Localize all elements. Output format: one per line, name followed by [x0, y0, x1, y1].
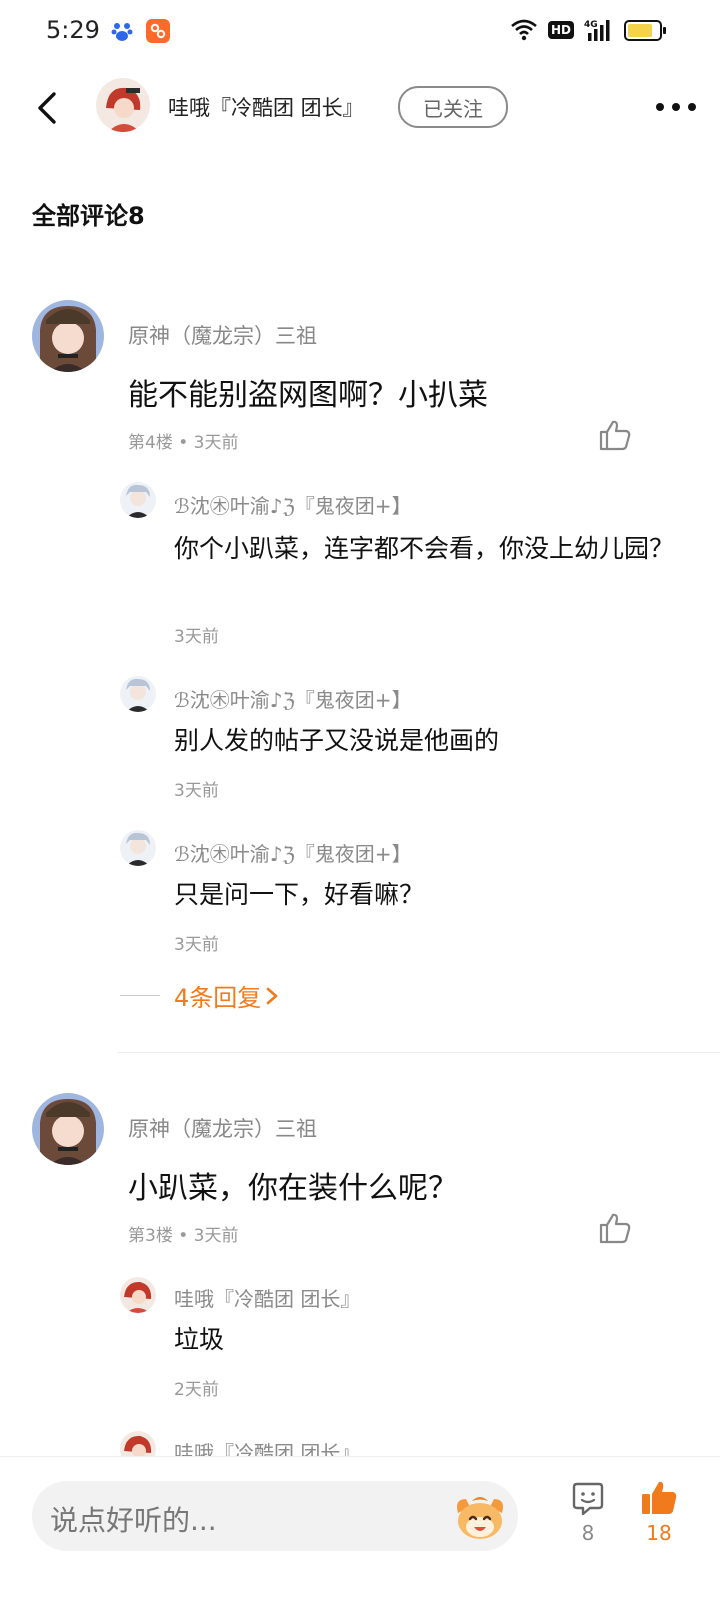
comment-meta: 第3楼 • 3天前	[128, 1226, 239, 1246]
reply-text: 你个小趴菜，连字都不会看，你没上幼儿园？	[174, 534, 675, 563]
more-options-icon[interactable]	[654, 92, 698, 122]
svg-text:4G: 4G	[584, 20, 598, 30]
reply-time: 2天前	[174, 1380, 219, 1400]
replier-avatar[interactable]	[120, 676, 156, 712]
thumbs-up-filled-icon	[642, 1481, 677, 1514]
reply-text: 垃圾	[174, 1325, 225, 1354]
comment-bubble-icon	[572, 1482, 604, 1516]
battery-icon	[624, 19, 666, 41]
comment-divider	[118, 1052, 720, 1053]
thumbs-up-icon[interactable]	[598, 418, 632, 452]
reply-text: 只是问一下，好看嘛？	[174, 880, 425, 909]
emoji-sticker-icon[interactable]	[452, 1489, 508, 1545]
hd-icon: HD	[547, 21, 574, 39]
commenter-avatar[interactable]	[32, 300, 104, 372]
comment-text: 小趴菜，你在装什么呢？	[128, 1171, 458, 1206]
reply-time: 3天前	[174, 935, 219, 955]
replier-name[interactable]: 哇哦『冷酷团 团长』	[174, 1283, 360, 1312]
replier-avatar[interactable]	[120, 830, 156, 866]
author-name[interactable]: 哇哦『冷酷团 团长』	[168, 92, 364, 122]
back-arrow-icon[interactable]	[32, 90, 64, 126]
like-count: 18	[646, 1521, 672, 1545]
signal-icon: 4G	[584, 20, 610, 41]
replier-name[interactable]: ℬ沈㊍叶渝♪ℨ『鬼夜团+】	[174, 490, 412, 519]
thumbs-up-icon[interactable]	[598, 1211, 632, 1245]
status-bar: 5:29 HD 4G	[0, 0, 720, 66]
commenter-avatar[interactable]	[32, 1093, 104, 1165]
comment-input[interactable]: 说点好听的...	[32, 1481, 518, 1551]
comment-meta: 第4楼 • 3天前	[128, 433, 239, 453]
reply-time: 3天前	[174, 781, 219, 801]
replier-avatar[interactable]	[120, 1277, 156, 1313]
bottom-bar: 说点好听的... 8 18	[0, 1456, 720, 1601]
chevron-right-icon	[266, 987, 278, 1004]
more-replies-link[interactable]: 4条回复	[120, 978, 279, 1013]
wifi-icon	[511, 19, 537, 41]
commenter-name[interactable]: 原神（魔龙宗）三祖	[128, 1113, 317, 1143]
more-replies-line	[120, 995, 160, 996]
comment-input-placeholder: 说点好听的...	[50, 1504, 217, 1537]
comments-button[interactable]: 8	[568, 1481, 608, 1561]
all-comments-title: 全部评论8	[32, 202, 145, 230]
author-avatar[interactable]	[96, 78, 150, 132]
replier-avatar[interactable]	[120, 482, 156, 518]
follow-button[interactable]: 已关注	[398, 86, 508, 128]
commenter-name[interactable]: 原神（魔龙宗）三祖	[128, 320, 317, 350]
replier-name[interactable]: ℬ沈㊍叶渝♪ℨ『鬼夜团+】	[174, 838, 412, 867]
app-notification-icon	[146, 19, 170, 43]
like-button[interactable]: 18	[634, 1479, 684, 1561]
baidu-app-icon	[111, 23, 133, 41]
comment-text: 能不能别盗网图啊？小扒菜	[128, 378, 488, 413]
status-time: 5:29	[46, 16, 100, 44]
reply-text: 别人发的帖子又没说是他画的	[174, 726, 500, 755]
comment-count: 8	[581, 1521, 595, 1545]
replier-name[interactable]: ℬ沈㊍叶渝♪ℨ『鬼夜团+】	[174, 684, 412, 713]
post-header: 哇哦『冷酷团 团长』 已关注	[0, 66, 720, 152]
reply-time: 3天前	[174, 627, 219, 647]
more-replies-label: 4条回复	[174, 984, 262, 1012]
